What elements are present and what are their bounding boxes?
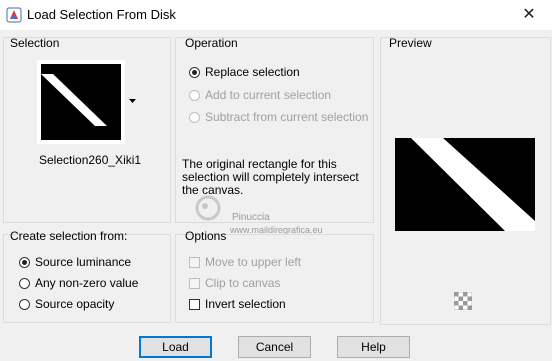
watermark-line1: Pinuccia [232, 212, 270, 223]
checkbox[interactable] [189, 298, 200, 310]
checkbox[interactable] [189, 277, 200, 289]
window-title: Load Selection From Disk [27, 7, 176, 22]
operation-group-label: Operation [185, 36, 238, 50]
radio-source-opacity[interactable]: Source opacity [19, 295, 114, 313]
radio-label: Source luminance [35, 255, 132, 269]
radio-label: Subtract from current selection [205, 110, 369, 124]
radio-button[interactable] [189, 111, 200, 123]
radio-replace-selection[interactable]: Replace selection [189, 63, 300, 81]
checkbox-move-to-upper-left[interactable]: Move to upper left [189, 253, 301, 271]
radio-button[interactable] [19, 277, 30, 289]
close-icon: ✕ [522, 6, 536, 23]
selection-group-label: Selection [10, 36, 60, 50]
app-icon [6, 7, 22, 23]
radio-label: Any non-zero value [35, 276, 139, 290]
radio-label: Add to current selection [205, 88, 332, 102]
checkbox-label: Clip to canvas [205, 276, 281, 290]
checkbox-label: Invert selection [205, 297, 286, 311]
help-button[interactable]: Help [337, 336, 410, 358]
checkbox-label: Move to upper left [205, 255, 302, 269]
radio-button[interactable] [189, 66, 200, 78]
checkbox-invert-selection[interactable]: Invert selection [189, 295, 286, 313]
radio-label: Replace selection [205, 65, 300, 79]
create-from-group-label: Create selection from: [10, 229, 128, 243]
selection-file-name: Selection260_Xiki1 [39, 153, 142, 167]
watermark-logo-icon [195, 195, 221, 221]
preview-image [395, 138, 535, 231]
radio-add-to-selection[interactable]: Add to current selection [189, 86, 331, 104]
close-button[interactable]: ✕ [506, 0, 552, 30]
radio-any-non-zero[interactable]: Any non-zero value [19, 274, 138, 292]
transparency-icon[interactable] [454, 292, 472, 310]
radio-subtract-from-selection[interactable]: Subtract from current selection [189, 108, 368, 126]
preview-group-label: Preview [389, 36, 432, 50]
load-button[interactable]: Load [139, 336, 212, 358]
dropdown-arrow-icon[interactable] [129, 99, 136, 104]
options-group-label: Options [185, 229, 227, 243]
selection-thumbnail-image [41, 64, 121, 140]
selection-thumbnail[interactable] [37, 60, 125, 144]
operation-info-text: The original rectangle for this selectio… [182, 157, 359, 197]
radio-button[interactable] [19, 298, 30, 310]
checkbox[interactable] [189, 256, 200, 268]
radio-button[interactable] [19, 256, 30, 268]
cancel-button[interactable]: Cancel [238, 336, 311, 358]
title-bar: Load Selection From Disk ✕ [0, 0, 552, 30]
radio-label: Source opacity [35, 297, 115, 311]
radio-button[interactable] [189, 89, 200, 101]
checkbox-clip-to-canvas[interactable]: Clip to canvas [189, 274, 280, 292]
radio-source-luminance[interactable]: Source luminance [19, 253, 131, 271]
